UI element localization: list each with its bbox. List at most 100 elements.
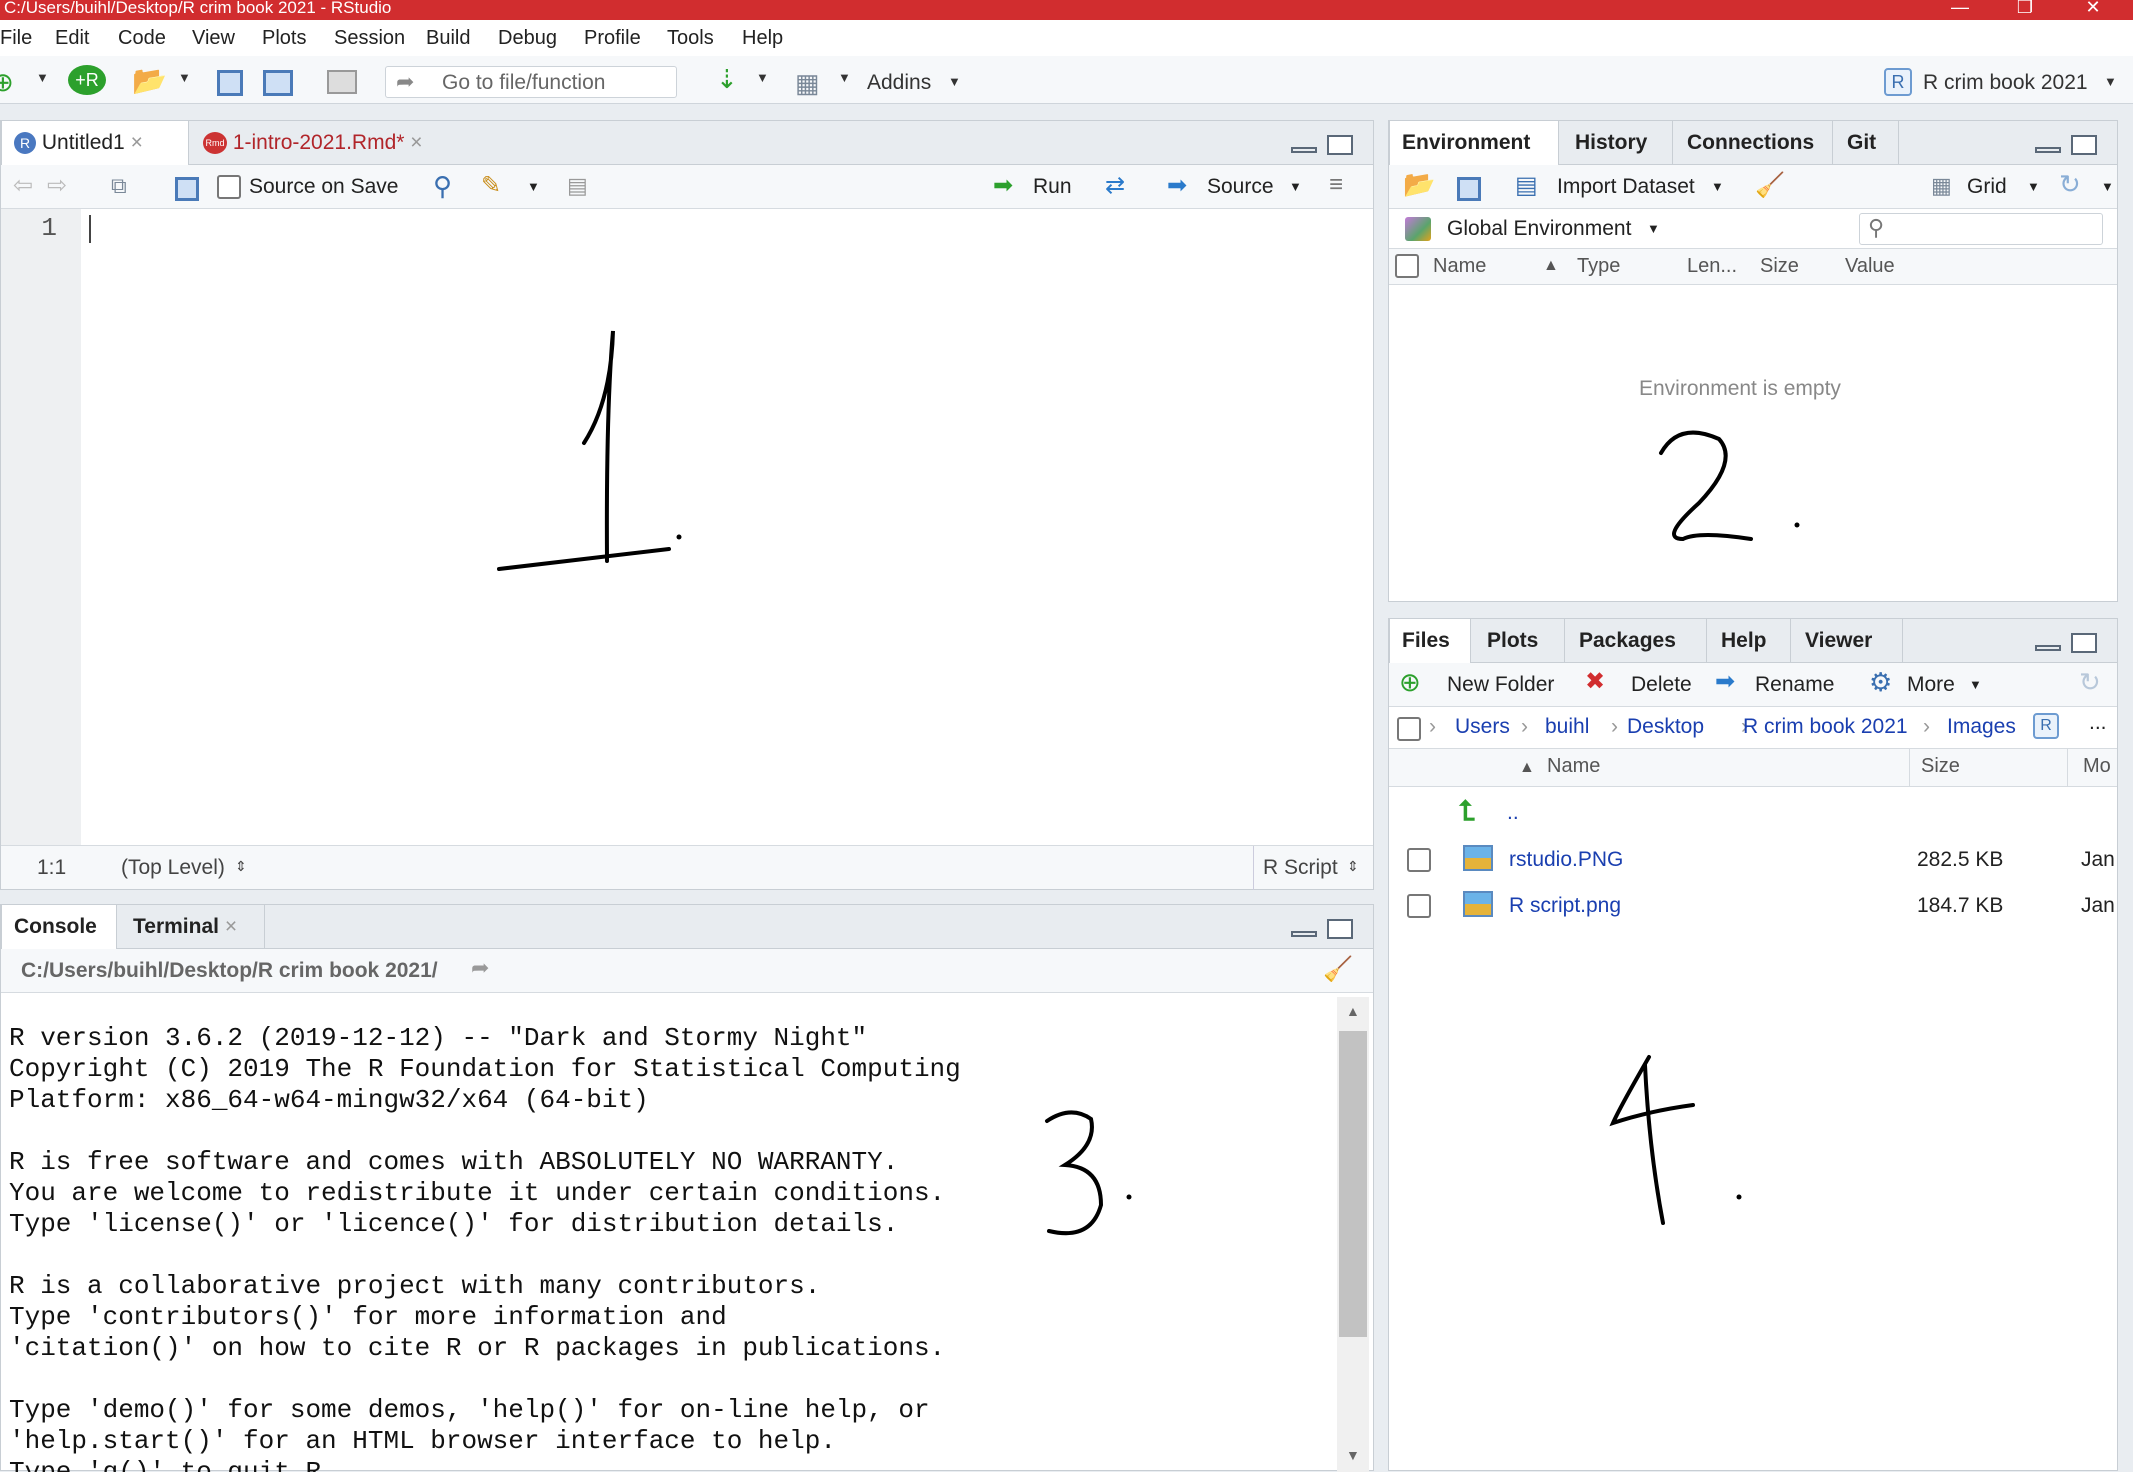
minimize-pane-icon[interactable]: [1291, 931, 1317, 937]
open-file-icon[interactable]: 📂: [132, 64, 167, 97]
select-all-checkbox[interactable]: [1395, 254, 1419, 278]
pane-layout-icon[interactable]: ▦: [795, 68, 820, 99]
file-name-link[interactable]: rstudio.PNG: [1509, 848, 1623, 872]
refresh-files-icon[interactable]: ↻: [2079, 667, 2101, 698]
environment-scope-selector[interactable]: Global Environment: [1447, 217, 1631, 241]
project-menu[interactable]: R crim book 2021: [1923, 71, 2088, 95]
tab-console[interactable]: Console: [1, 905, 117, 950]
scope-dropdown-icon[interactable]: ▼: [1647, 221, 1660, 236]
maximize-pane-icon[interactable]: [1327, 919, 1353, 939]
close-terminal-icon[interactable]: ×: [225, 915, 237, 938]
goto-file-input[interactable]: ➦ Go to file/function: [385, 66, 677, 98]
menu-debug[interactable]: Debug: [498, 27, 557, 50]
forward-arrow-icon[interactable]: ⇨: [47, 171, 67, 200]
save-file-icon[interactable]: [175, 177, 199, 201]
tab-packages[interactable]: Packages: [1567, 619, 1707, 663]
row-checkbox[interactable]: [1407, 848, 1431, 872]
source-dropdown-icon[interactable]: ▼: [1289, 179, 1302, 194]
addins-menu[interactable]: Addins: [867, 71, 931, 95]
delete-button[interactable]: Delete: [1631, 673, 1692, 697]
console-scrollbar[interactable]: ▲ ▼: [1337, 997, 1369, 1472]
list-item-parent[interactable]: ⮤ ..: [1389, 791, 2117, 833]
tab-files[interactable]: Files: [1389, 619, 1471, 664]
save-icon[interactable]: [217, 70, 243, 96]
col-size[interactable]: Size: [1760, 255, 1799, 278]
maximize-pane-icon[interactable]: [1327, 135, 1353, 155]
tab-viewer[interactable]: Viewer: [1793, 619, 1903, 663]
minimize-button[interactable]: —: [1935, 0, 1985, 20]
scrollbar-thumb[interactable]: [1339, 1031, 1367, 1337]
close-tab-icon[interactable]: ×: [410, 131, 422, 154]
save-all-icon[interactable]: [263, 70, 293, 96]
document-outline-icon[interactable]: ≡: [1329, 171, 1343, 199]
table-row[interactable]: R script.png 184.7 KB Jan: [1389, 883, 2117, 929]
tab-terminal[interactable]: Terminal ×: [121, 905, 265, 949]
menu-help[interactable]: Help: [742, 27, 783, 50]
import-dataset-button[interactable]: Import Dataset: [1557, 175, 1695, 199]
tab-intro-rmd[interactable]: Rmd 1-intro-2021.Rmd* ×: [191, 121, 461, 165]
menu-tools[interactable]: Tools: [667, 27, 714, 50]
breadcrumb-more[interactable]: ...: [2089, 711, 2107, 735]
save-workspace-icon[interactable]: [1457, 177, 1481, 201]
tab-plots[interactable]: Plots: [1475, 619, 1565, 663]
rerun-icon[interactable]: ⇄: [1105, 171, 1125, 200]
breadcrumb-users[interactable]: Users: [1455, 715, 1510, 739]
more-menu[interactable]: More: [1907, 673, 1955, 697]
maximize-button[interactable]: ❐: [2000, 0, 2050, 20]
menu-profile[interactable]: Profile: [584, 27, 641, 50]
scroll-down-icon[interactable]: ▼: [1346, 1447, 1360, 1463]
row-checkbox[interactable]: [1407, 894, 1431, 918]
layout-dropdown-icon[interactable]: ▼: [838, 70, 851, 85]
menu-edit[interactable]: Edit: [55, 27, 89, 50]
file-name-link[interactable]: R script.png: [1509, 894, 1621, 918]
col-size[interactable]: Size: [1921, 755, 1960, 778]
col-length[interactable]: Len...: [1687, 255, 1737, 278]
refresh-dropdown-icon[interactable]: ▼: [2101, 179, 2114, 194]
console-output[interactable]: R version 3.6.2 (2019-12-12) -- "Dark an…: [9, 1023, 1329, 1472]
code-tools-dropdown-icon[interactable]: ▼: [527, 179, 540, 194]
back-arrow-icon[interactable]: ⇦: [13, 171, 33, 200]
col-value[interactable]: Value: [1845, 255, 1895, 278]
tab-git[interactable]: Git: [1835, 121, 1899, 165]
menu-session[interactable]: Session: [334, 27, 405, 50]
load-workspace-icon[interactable]: 📂: [1403, 169, 1435, 200]
minimize-pane-icon[interactable]: [2035, 645, 2061, 651]
breadcrumb-desktop[interactable]: Desktop: [1627, 715, 1704, 739]
go-to-directory-icon[interactable]: ➦: [471, 955, 489, 981]
clear-console-broom-icon[interactable]: 🧹: [1323, 955, 1353, 984]
build-dropdown-icon[interactable]: ▼: [756, 70, 769, 85]
col-modified[interactable]: Mo: [2083, 755, 2111, 778]
import-dropdown-icon[interactable]: ▼: [1711, 179, 1724, 194]
menu-view[interactable]: View: [192, 27, 235, 50]
minimize-pane-icon[interactable]: [1291, 147, 1317, 153]
tab-connections[interactable]: Connections: [1675, 121, 1833, 165]
find-icon[interactable]: ⚲: [433, 171, 452, 202]
close-tab-icon[interactable]: ×: [131, 131, 143, 154]
col-name[interactable]: Name: [1547, 755, 1600, 778]
more-dropdown-icon[interactable]: ▼: [1969, 677, 1982, 692]
rename-button[interactable]: Rename: [1755, 673, 1834, 697]
menu-build[interactable]: Build: [426, 27, 470, 50]
minimize-pane-icon[interactable]: [2035, 147, 2061, 153]
table-row[interactable]: rstudio.PNG 282.5 KB Jan: [1389, 837, 2117, 883]
breadcrumb-checkbox[interactable]: [1397, 717, 1421, 741]
col-type[interactable]: Type: [1577, 255, 1620, 278]
parent-folder-link[interactable]: ..: [1507, 801, 1519, 825]
breadcrumb-images[interactable]: Images: [1947, 715, 2016, 739]
tab-untitled1[interactable]: R Untitled1 ×: [1, 121, 189, 166]
maximize-pane-icon[interactable]: [2071, 633, 2097, 653]
source-on-save-checkbox[interactable]: [217, 175, 241, 199]
breadcrumb-project[interactable]: R crim book 2021: [1743, 715, 1908, 739]
new-file-dropdown-icon[interactable]: ▼: [36, 70, 49, 85]
environment-search-input[interactable]: ⚲: [1859, 213, 2103, 245]
refresh-environment-icon[interactable]: ↻: [2059, 169, 2081, 200]
close-window-button[interactable]: ✕: [2068, 0, 2118, 20]
tab-help[interactable]: Help: [1709, 619, 1791, 663]
project-r-icon[interactable]: R: [2033, 713, 2059, 739]
new-file-icon[interactable]: ⊕: [0, 67, 14, 98]
scroll-up-icon[interactable]: ▲: [1346, 1003, 1360, 1019]
source-button[interactable]: Source: [1207, 175, 1274, 199]
code-tools-wand-icon[interactable]: ✎: [481, 171, 501, 200]
compile-report-icon[interactable]: ▤: [567, 173, 588, 199]
maximize-pane-icon[interactable]: [2071, 135, 2097, 155]
